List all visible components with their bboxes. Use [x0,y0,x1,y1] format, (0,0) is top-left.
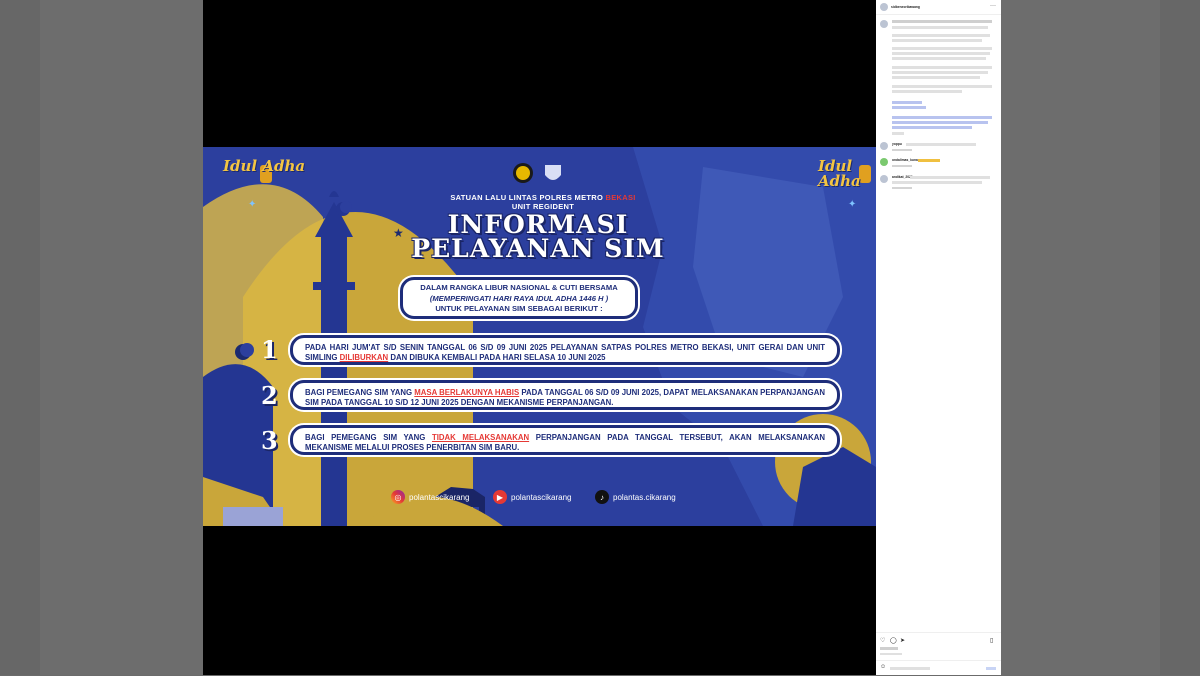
youtube-handle: polantascikarang [511,492,572,502]
svg-text:✦: ✦ [248,199,256,210]
item-number-1: 1 [261,335,278,364]
item-2-text-red: MASA BERLAKUNYA HABIS [414,388,520,397]
comment-1-meta [892,149,912,151]
item-number-3: 3 [261,426,278,455]
org-red-word: BEKASI [605,193,636,202]
comment-2-text [918,159,940,162]
idul-adha-text-left: Idul Adha [223,157,306,175]
youtube-icon: ▶ [493,490,507,504]
page-title: INFORMASI PELAYANAN SIM [373,212,703,263]
org-line1: SATUAN LALU LINTAS POLRES METRO [450,193,604,202]
share-icon[interactable]: ➤ [900,637,905,644]
comment-3-text-line2 [892,181,982,184]
instagram-handle: polantascikarang [409,492,470,502]
info-item-2: BAGI PEMEGANG SIM YANG MASA BERLAKUNYA H… [290,380,840,410]
post-header: sidbeneoribawang ··· [876,0,1001,15]
post-comment-button[interactable] [986,667,996,670]
comment-1-avatar [880,142,888,150]
social-youtube: ▶ polantascikarang [493,490,571,504]
comment-3-avatar [880,175,888,183]
info-item-1: PADA HARI JUM'AT S/D SENIN TANGGAL 06 S/… [290,335,840,365]
idul-adha-text-right: Idul Adha [818,157,861,190]
intro-line3: UNTUK PELAYANAN SIM SEBAGAI BERIKUT : [435,304,603,313]
caption-avatar [880,20,888,28]
item-1-text-post: DAN DIBUKA KEMBALI PADA HARI SELASA 10 J… [388,353,606,362]
post-sidebar: sidbeneoribawang ··· yoppu ondalimas_kun… [876,0,1001,675]
comment-input[interactable] [890,667,930,670]
more-options-icon[interactable]: ··· [990,3,996,9]
comment-1-text [906,143,976,146]
bookmark-icon[interactable]: ▯ [990,637,993,644]
comment-3-text [910,176,990,179]
comment-2-meta [892,165,912,167]
media-viewer: ★ ✦ ✦ Idul Adha Idul Adha SATUAN LALU LI… [203,0,876,675]
post-date [880,653,902,655]
likes-count[interactable] [880,647,898,650]
item-number-2: 2 [261,381,278,410]
post-actions-bar: ♡ ◯ ➤ ▯ [876,632,1001,663]
comment-2-user[interactable]: ondalimas_kunar [892,158,919,162]
intro-line1: DALAM RANGKA LIBUR NASIONAL & CUTI BERSA… [420,283,618,292]
idul-adha-badge-left: Idul Adha [223,159,305,174]
item-3-text-pre: BAGI PEMEGANG SIM YANG [305,433,432,442]
add-comment-bar: ☺ [876,660,1001,676]
avatar[interactable] [880,3,888,11]
comment-1-user[interactable]: yoppu [892,142,902,146]
post-image: ★ ✦ ✦ Idul Adha Idul Adha SATUAN LALU LI… [203,147,876,526]
backdrop-left-margin [0,0,40,675]
tiktok-handle: polantas.cikarang [613,492,676,502]
item-2-text-pre: BAGI PEMEGANG SIM YANG [305,388,415,397]
org-header: SATUAN LALU LINTAS POLRES METRO BEKASI U… [393,193,693,211]
heart-icon[interactable]: ♡ [880,637,885,644]
social-instagram: ◎ polantascikarang [391,490,469,504]
title-line2: PELAYANAN SIM [411,234,665,263]
social-tiktok: ♪ polantas.cikarang [595,490,676,504]
intro-line2: (MEMPERINGATI HARI RAYA IDUL ADHA 1446 H… [429,293,609,303]
tiktok-icon: ♪ [595,490,609,504]
instagram-icon: ◎ [391,490,405,504]
intro-box: DALAM RANGKA LIBUR NASIONAL & CUTI BERSA… [400,277,638,319]
backdrop-right-margin [1160,0,1200,675]
post-author[interactable]: sidbeneoribawang [891,5,920,9]
comment-icon[interactable]: ◯ [890,637,897,644]
info-item-3: BAGI PEMEGANG SIM YANG TIDAK MELAKSANAKA… [290,425,840,455]
item-3-text-red: TIDAK MELAKSANAKAN [431,433,530,442]
emoji-icon[interactable]: ☺ [880,664,886,670]
idul-adha-badge-right: Idul Adha [818,159,876,189]
item-1-text-red: DILIBURKAN [339,353,389,362]
svg-text:✦: ✦ [848,199,856,210]
comment-2-avatar [880,158,888,166]
comment-3-meta [892,187,912,189]
